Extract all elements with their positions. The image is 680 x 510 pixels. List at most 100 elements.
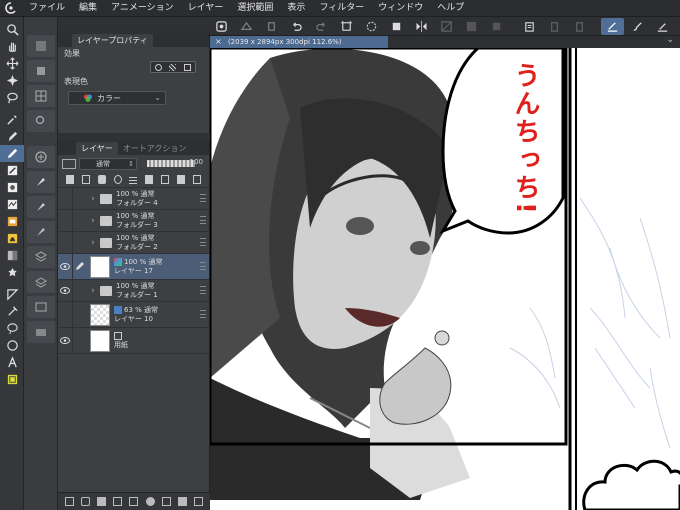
lock-icon[interactable] (113, 175, 122, 184)
move-tool-icon[interactable] (0, 55, 24, 72)
new-layer-icon[interactable] (64, 497, 74, 506)
effect-toggle-group[interactable] (150, 61, 196, 73)
visibility-toggle[interactable] (58, 210, 72, 232)
opacity-slider[interactable] (147, 160, 195, 167)
subtool-group-icon[interactable] (27, 35, 55, 57)
copy-icon[interactable] (518, 18, 541, 35)
chevron-right-icon[interactable]: › (86, 286, 100, 296)
lock-toggle[interactable] (72, 209, 86, 232)
invert-selection-icon[interactable] (460, 18, 483, 35)
share-icon[interactable] (260, 18, 283, 35)
chevron-right-icon[interactable]: › (86, 194, 100, 204)
visibility-toggle[interactable] (58, 232, 72, 254)
figure-tool-icon[interactable] (0, 286, 24, 303)
menu-file[interactable]: ファイル (22, 0, 72, 17)
palette-color-icon[interactable] (177, 175, 186, 184)
eye-icon[interactable] (58, 280, 72, 302)
subtool-stack-icon[interactable] (27, 246, 55, 268)
redo-icon[interactable] (310, 18, 333, 35)
reference-icon[interactable] (81, 175, 90, 184)
drawing-canvas[interactable]: うんちっち! (210, 48, 680, 510)
eyedropper-tool-icon[interactable] (0, 111, 24, 128)
subtool-grid-icon[interactable] (27, 85, 55, 107)
clip-icon[interactable] (65, 175, 74, 184)
pencil-tool-icon[interactable] (0, 145, 24, 162)
tab-layer-property[interactable]: レイヤープロパティ (72, 34, 153, 47)
lock-toggle[interactable] (72, 187, 86, 210)
balloon-tool-icon[interactable] (0, 320, 24, 337)
close-icon[interactable]: × (215, 37, 222, 46)
subtool-pen-preview-icon[interactable] (27, 171, 55, 193)
lasso-tool-icon[interactable] (0, 89, 24, 106)
brush-clear-icon[interactable] (626, 18, 649, 35)
layer-color-icon[interactable] (62, 158, 76, 169)
menu-filter[interactable]: フィルター (312, 0, 371, 17)
layer-row-layer-17[interactable]: 100 % 通常 レイヤー 17 (58, 253, 209, 280)
menu-help[interactable]: ヘルプ (430, 0, 471, 17)
blend-mode-select[interactable]: 通常 ⇕ (79, 157, 137, 170)
ruler-tool-icon[interactable] (0, 303, 24, 320)
expand-selection-icon[interactable] (485, 18, 508, 35)
layer-menu-icon[interactable] (200, 310, 206, 318)
draft-icon[interactable] (97, 175, 106, 184)
layer-menu-icon[interactable] (200, 194, 206, 202)
ellipse-tool-icon[interactable] (0, 337, 24, 354)
tab-layer[interactable]: レイヤー (76, 142, 118, 155)
text-tool-icon[interactable] (0, 354, 24, 371)
lock-toggle[interactable] (72, 327, 86, 354)
transform-icon[interactable] (335, 18, 358, 35)
menu-layer[interactable]: レイヤー (181, 0, 231, 17)
layer-menu-icon[interactable] (200, 286, 206, 294)
subtool-pencil-preview-icon[interactable] (27, 196, 55, 218)
gradient-tool-icon[interactable] (0, 264, 24, 281)
subtool-navigator-icon[interactable] (27, 146, 55, 168)
layer-color-effect-icon[interactable] (184, 63, 192, 71)
subtool-folder-icon[interactable] (27, 321, 55, 343)
merge-down-icon[interactable] (129, 497, 139, 506)
eye-icon[interactable] (58, 328, 72, 354)
fill-tool-icon[interactable] (0, 247, 24, 264)
lock-toggle[interactable] (72, 231, 86, 254)
eraser-tool-icon[interactable] (0, 213, 24, 230)
fill-layer-icon[interactable] (178, 497, 188, 506)
menu-selection[interactable]: 選択範囲 (230, 0, 280, 17)
color-swatch-icon[interactable] (0, 371, 24, 388)
eye-icon[interactable] (58, 254, 72, 280)
tab-auto-action[interactable]: オートアクション (117, 142, 192, 155)
layer-row-layer-10[interactable]: 63 % 通常 レイヤー 10 (58, 301, 209, 328)
layer-menu-icon[interactable] (200, 262, 206, 270)
pen-line-icon[interactable] (651, 18, 674, 35)
fill-canvas-icon[interactable] (385, 18, 408, 35)
chevron-right-icon[interactable]: › (86, 216, 100, 226)
subtool-layers-icon[interactable] (27, 271, 55, 293)
layer-row-paper[interactable]: 用紙 (58, 327, 209, 354)
expression-color-select[interactable]: カラー ⌄ (68, 91, 166, 105)
clear-outside-icon[interactable] (568, 18, 591, 35)
busy-spinner-icon[interactable] (360, 18, 383, 35)
deselect-icon[interactable] (435, 18, 458, 35)
split-icon[interactable] (192, 175, 201, 184)
document-tab[interactable]: × (2039 x 2894px 300dpi 112.6%) (210, 36, 388, 48)
mask-apply-icon[interactable] (161, 497, 171, 506)
subtool-zoom-icon[interactable] (27, 110, 55, 132)
visibility-toggle[interactable] (58, 302, 72, 328)
trash-icon[interactable] (194, 497, 204, 506)
blend-tool-icon[interactable] (0, 230, 24, 247)
mask-icon[interactable] (145, 175, 154, 184)
auto-select-tool-icon[interactable] (0, 72, 24, 89)
layer-menu-icon[interactable] (200, 216, 206, 224)
menu-view[interactable]: 表示 (280, 0, 312, 17)
subtool-material-icon[interactable] (27, 296, 55, 318)
clear-icon[interactable] (543, 18, 566, 35)
pen-tool-icon[interactable] (0, 128, 24, 145)
layer-row-folder-4[interactable]: › 100 % 通常 フォルダー 4 (58, 187, 209, 210)
new-vector-layer-icon[interactable] (80, 497, 90, 506)
draft-layer-toggle-icon[interactable] (601, 17, 624, 35)
subtool-layer-icon[interactable] (27, 60, 55, 82)
subtool-brush-preview-icon[interactable] (27, 221, 55, 243)
undo-icon[interactable] (285, 18, 308, 35)
tone-effect-icon[interactable] (169, 63, 177, 71)
layer-row-folder-2[interactable]: › 100 % 通常 フォルダー 2 (58, 231, 209, 254)
layer-row-folder-3[interactable]: › 100 % 通常 フォルダー 3 (58, 209, 209, 232)
flip-horizontal-icon[interactable] (410, 18, 433, 35)
